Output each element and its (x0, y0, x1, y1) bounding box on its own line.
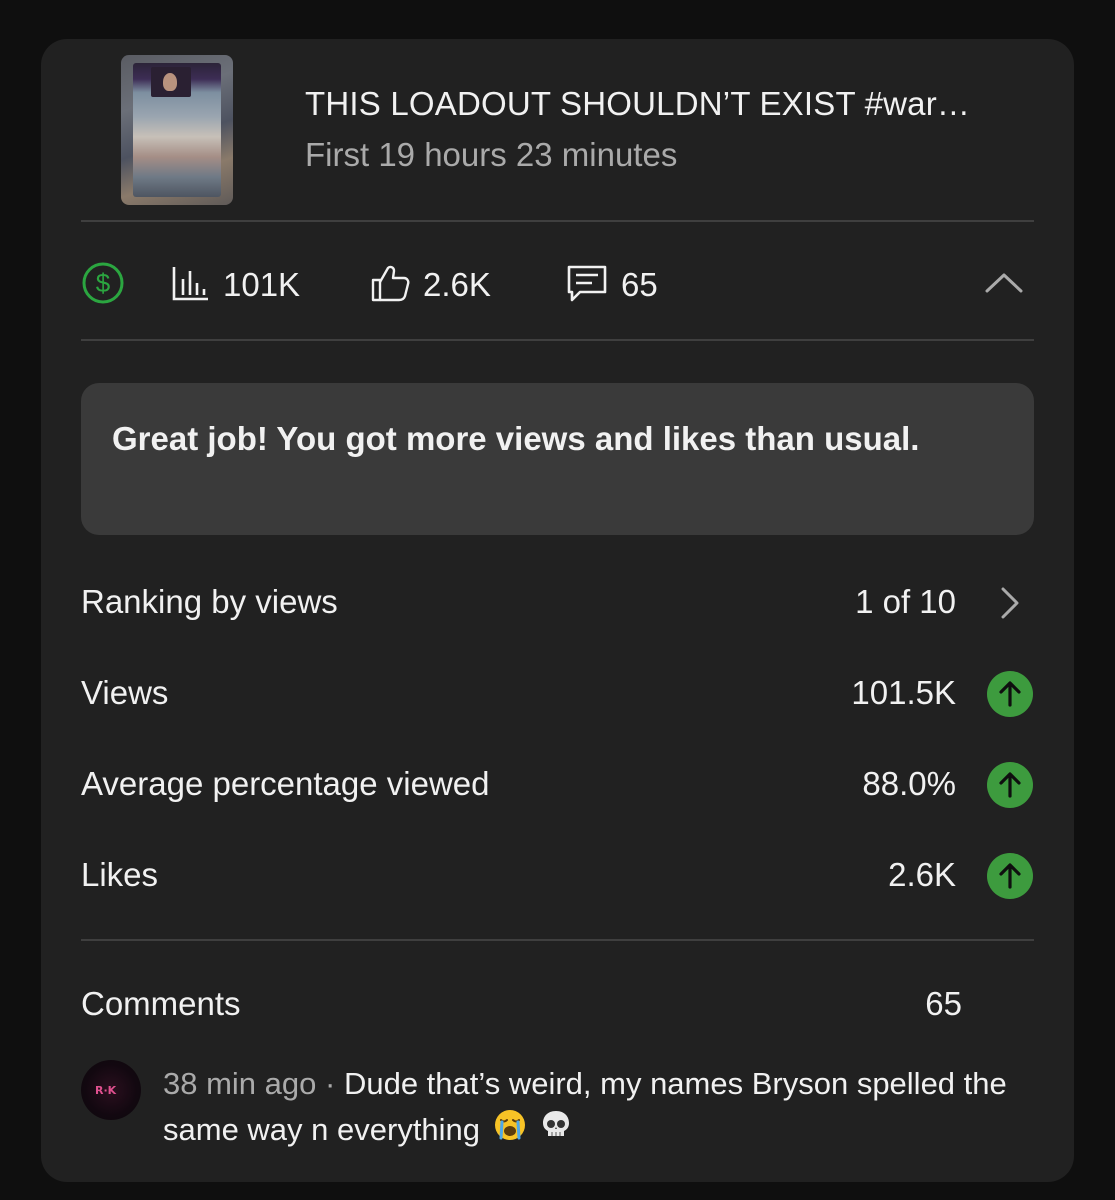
metric-value: 2.6K (888, 856, 956, 893)
skull-icon (539, 1108, 573, 1155)
metric-value: 101.5K (851, 674, 956, 711)
metric-label: Average percentage viewed (81, 765, 490, 802)
trend-up-icon (986, 670, 1034, 718)
divider (81, 339, 1034, 341)
metric-value: 1 of 10 (855, 583, 956, 620)
latest-comment[interactable]: 38 min ago · Dude that’s weird, my names… (163, 1061, 1033, 1155)
crying-face-icon (493, 1108, 527, 1155)
divider (81, 220, 1034, 222)
likes-count: 2.6K (423, 266, 491, 303)
bar-chart-icon (171, 263, 211, 308)
video-analytics-card: THIS LOADOUT SHOULDN’T EXIST #war… First… (41, 39, 1074, 1182)
metric-row-likes: Likes 2.6K (81, 850, 1034, 900)
dollar-circle-icon: $ (81, 261, 125, 310)
metric-row-avg-percentage: Average percentage viewed 88.0% (81, 759, 1034, 809)
comments-total: 65 (925, 985, 962, 1022)
comment-separator: · (316, 1066, 344, 1101)
likes-stat: 2.6K (369, 261, 491, 309)
metric-row-views: Views 101.5K (81, 668, 1034, 718)
metric-label: Views (81, 674, 169, 711)
metric-label: Likes (81, 856, 159, 893)
video-thumbnail[interactable] (121, 55, 233, 205)
trend-up-icon (986, 761, 1034, 809)
comments-count: 65 (621, 266, 658, 303)
collapse-button[interactable] (982, 265, 1026, 305)
thumbs-up-icon (369, 262, 411, 309)
avatar-logo: R·K (95, 1084, 117, 1097)
comments-header[interactable]: Comments 65 (81, 985, 1034, 1029)
metric-label: Ranking by views (81, 583, 338, 620)
metric-value: 88.0% (862, 765, 956, 802)
avatar[interactable]: R·K (81, 1060, 141, 1120)
monetization-stat: $ (81, 261, 125, 309)
comment-time: 38 min ago (163, 1066, 317, 1101)
comments-stat: 65 (565, 261, 658, 309)
svg-text:$: $ (96, 268, 111, 298)
views-stat: 101K (171, 261, 300, 309)
arrow-up-icon (987, 853, 1033, 899)
views-count: 101K (223, 266, 301, 303)
comment-icon (565, 262, 609, 309)
stats-summary-row[interactable]: $ 101K 2.6K 65 (81, 261, 1034, 309)
arrow-up-icon (987, 671, 1033, 717)
metric-row-ranking[interactable]: Ranking by views 1 of 10 (81, 577, 1034, 627)
banner-text: Great job! You got more views and likes … (112, 420, 920, 457)
video-title[interactable]: THIS LOADOUT SHOULDN’T EXIST #war… (305, 85, 970, 123)
chevron-right-icon (986, 579, 1034, 627)
time-period: First 19 hours 23 minutes (305, 136, 678, 173)
trend-up-icon (986, 852, 1034, 900)
comments-label: Comments (81, 985, 241, 1022)
arrow-up-icon (987, 762, 1033, 808)
thumbnail-webcam (151, 67, 191, 97)
chevron-up-icon (984, 271, 1024, 300)
divider (81, 939, 1034, 941)
performance-banner: Great job! You got more views and likes … (81, 383, 1034, 535)
